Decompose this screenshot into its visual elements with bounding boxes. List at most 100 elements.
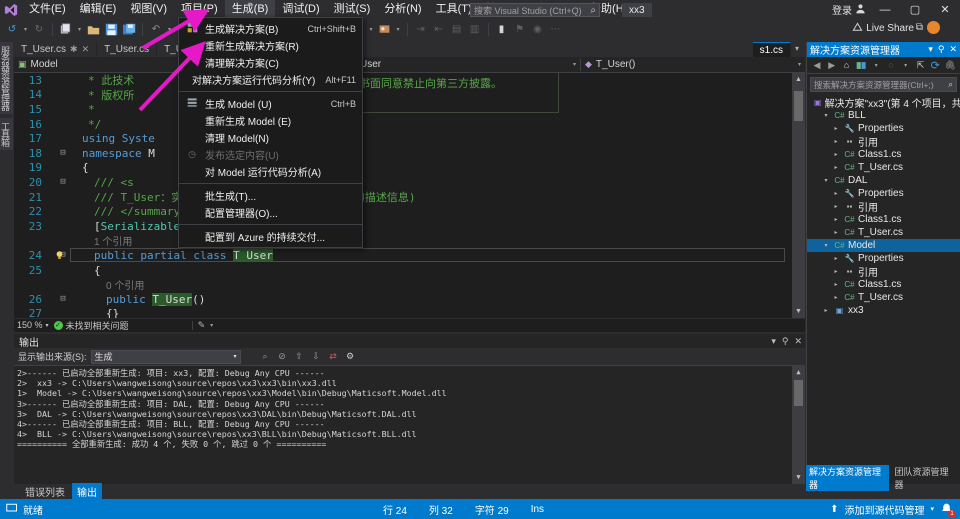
output-tab[interactable]: 输出 <box>72 483 102 500</box>
fold-toggle-icon[interactable]: ⊟ <box>56 294 70 304</box>
chevron-right-icon[interactable]: ▸ <box>831 229 841 236</box>
save-all-icon[interactable] <box>121 21 137 37</box>
chevron-down-icon-se[interactable]: ▾ <box>928 44 933 55</box>
minimize-button[interactable]: — <box>870 0 900 19</box>
toolwindow-icon[interactable]: ▮ <box>494 21 510 37</box>
solution-explorer-dock-tab[interactable]: 解决方案资源管理器 <box>806 464 889 491</box>
output-source-dropdown[interactable]: 生成 ▾ <box>90 349 241 364</box>
forward-icon[interactable]: ▶ <box>826 59 838 72</box>
solution-explorer-tree[interactable]: ▣解决方案"xx3"(第 4 个项目，共 4 个)▾C#BLL▸🔧Propert… <box>807 94 960 317</box>
solution-explorer-search-input[interactable]: 搜索解决方案资源管理器(Ctrl+;) ⌕ <box>810 77 957 92</box>
global-search-input[interactable]: 搜索 Visual Studio (Ctrl+Q) ⌕ <box>470 3 600 17</box>
chevron-right-icon[interactable]: ▸ <box>831 294 841 301</box>
save-icon[interactable] <box>103 21 119 37</box>
chevron-right-icon[interactable]: ▸ <box>831 203 841 210</box>
build-menu-item-2[interactable]: 清理解决方案(C) <box>179 54 362 71</box>
chevron-right-icon[interactable]: ▸ <box>831 268 841 275</box>
output-scroll-thumb[interactable] <box>794 380 803 406</box>
tree-node-model[interactable]: ▾ C# Model <box>807 239 960 252</box>
avatar[interactable] <box>927 21 940 34</box>
toolbox-tab[interactable]: 工具箱 <box>0 118 13 150</box>
navigate-back-icon[interactable]: ↺ <box>4 21 20 37</box>
issues-indicator[interactable]: ✓ 未找到相关问题 <box>53 319 129 332</box>
tree-node-t-user-cs[interactable]: ▸ C# T_User.cs <box>807 226 960 239</box>
editor-tab-1[interactable]: T_User.cs <box>97 42 158 57</box>
editor-vertical-scrollbar[interactable]: ▲ ▼ <box>792 73 805 318</box>
codelens-reference-count[interactable]: 0 个引用 <box>106 281 144 292</box>
tree-node-properties[interactable]: ▸ 🔧 Properties <box>807 187 960 200</box>
code-editor[interactable]: 13 * 此技术 14 * 版权所 15 * 16 */17 using Syste 18 ⊟ nam… <box>14 73 805 331</box>
comment-icon[interactable]: ▤ <box>449 21 465 37</box>
close-icon-output[interactable]: ✕ <box>794 336 802 347</box>
properties-icon[interactable]: 🖇 <box>944 59 956 72</box>
tree-node-t-user-cs[interactable]: ▸ C# T_User.cs <box>807 291 960 304</box>
build-menu-item-4[interactable]: 生成 Model (U) Ctrl+B <box>179 95 362 112</box>
uncomment-icon[interactable]: ▥ <box>467 21 483 37</box>
maximize-button[interactable]: ▢ <box>900 0 930 19</box>
close-icon-se[interactable]: ✕ <box>949 44 957 55</box>
close-button[interactable]: ✕ <box>930 0 960 19</box>
chevron-right-icon[interactable]: ▸ <box>821 307 831 314</box>
menu-edit[interactable]: 编辑(E) <box>73 0 124 19</box>
lightbulb-icon[interactable] <box>54 250 65 261</box>
menu-analyze[interactable]: 分析(N) <box>377 0 428 19</box>
open-file-icon[interactable] <box>85 21 101 37</box>
settings-icon[interactable]: ⚙ <box>344 350 357 363</box>
chevron-right-icon[interactable]: ▸ <box>831 125 841 132</box>
tree-node---[interactable]: ▸ ▪▪ 引用 <box>807 200 960 214</box>
home-icon[interactable]: ⌂ <box>841 59 853 72</box>
chevron-right-icon[interactable]: ▸ <box>831 255 841 262</box>
chevron-down-icon-preview[interactable]: ▾ <box>900 59 912 72</box>
editor-tab-0[interactable]: T_User.cs ✱ ✕ <box>14 42 98 57</box>
chevron-down-icon-sc[interactable]: ▾ <box>930 505 934 513</box>
chevron-down-icon-pen[interactable]: ▾ <box>210 322 213 329</box>
build-menu-item-5[interactable]: 重新生成 Model (E) <box>179 112 362 129</box>
tree-node-bll[interactable]: ▾ C# BLL <box>807 109 960 122</box>
attach-process-icon[interactable] <box>377 21 393 37</box>
outdent-icon[interactable]: ⇤ <box>431 21 447 37</box>
next-icon[interactable]: ⇩ <box>310 350 323 363</box>
tree-node-dal[interactable]: ▾ C# DAL <box>807 174 960 187</box>
tree-node---[interactable]: ▸ ▪▪ 引用 <box>807 135 960 149</box>
close-icon[interactable]: ✕ <box>82 44 90 55</box>
output-scroll-up-icon[interactable]: ▲ <box>792 366 805 379</box>
breadcrumb-member[interactable]: ◆ T_User() ▾ <box>581 57 805 73</box>
build-menu-dropdown[interactable]: 生成解决方案(B) Ctrl+Shift+B 重新生成解决方案(R) 清理解决方案(C… <box>178 17 363 248</box>
zoom-level-dropdown[interactable]: 150 % ▾ <box>17 320 49 330</box>
breakpoint-icon[interactable]: ◉ <box>530 21 546 37</box>
build-menu-item-6[interactable]: 清理 Model(N) <box>179 129 362 146</box>
tree-node---[interactable]: ▸ ▪▪ 引用 <box>807 265 960 279</box>
collapse-all-icon[interactable]: ⇱ <box>915 59 927 72</box>
output-vertical-scrollbar[interactable]: ▲ ▼ <box>792 366 805 484</box>
chevron-down-icon-se-tb[interactable]: ▾ <box>870 59 882 72</box>
more-icon[interactable]: ⋯ <box>548 21 564 37</box>
tree-node-properties[interactable]: ▸ 🔧 Properties <box>807 122 960 135</box>
fold-toggle-icon[interactable]: ⊟ <box>56 148 70 158</box>
chevron-down-icon[interactable]: ▾ <box>22 26 29 33</box>
pending-changes-icon[interactable] <box>855 59 867 72</box>
share-session-icon[interactable]: ⧉ <box>916 22 923 33</box>
tree-node-class1-cs[interactable]: ▸ C# Class1.cs <box>807 213 960 226</box>
live-share-button[interactable]: Live Share <box>852 21 914 36</box>
build-menu-item-1[interactable]: 重新生成解决方案(R) <box>179 37 362 54</box>
preview-icon[interactable]: ◌ <box>885 59 897 72</box>
scroll-down-icon[interactable]: ▼ <box>792 305 805 318</box>
navigate-forward-icon[interactable]: ↻ <box>31 21 47 37</box>
tree-node-xx3[interactable]: ▸ ▣ xx3 <box>807 304 960 317</box>
output-scroll-down-icon[interactable]: ▼ <box>792 471 805 484</box>
output-text-body[interactable]: 2>------ 已启动全部重新生成: 项目: xx3, 配置: Debug A… <box>14 366 805 484</box>
editor-scroll-thumb[interactable] <box>794 91 803 121</box>
fold-toggle-icon[interactable]: ⊟ <box>56 177 70 187</box>
chevron-down-icon-attach[interactable]: ▾ <box>395 26 402 33</box>
tab-list-chevron-icon[interactable]: ▾ <box>790 44 804 53</box>
undo-icon[interactable]: ↶ <box>148 21 164 37</box>
chevron-right-icon[interactable]: ▸ <box>831 151 841 158</box>
build-menu-item-8[interactable]: 对 Model 运行代码分析(A) <box>179 163 362 180</box>
notifications-button[interactable]: 1 <box>940 502 956 518</box>
chevron-right-icon[interactable]: ▸ <box>831 164 841 171</box>
wrap-icon[interactable]: ⇄ <box>327 350 340 363</box>
tree-node------xx3----4-------4---[interactable]: ▣解决方案"xx3"(第 4 个项目，共 4 个) <box>807 96 960 110</box>
chevron-down-icon-member[interactable]: ▾ <box>798 61 801 68</box>
scroll-up-icon[interactable]: ▲ <box>792 73 805 86</box>
team-explorer-dock-tab[interactable]: 团队资源管理器 <box>892 465 958 491</box>
